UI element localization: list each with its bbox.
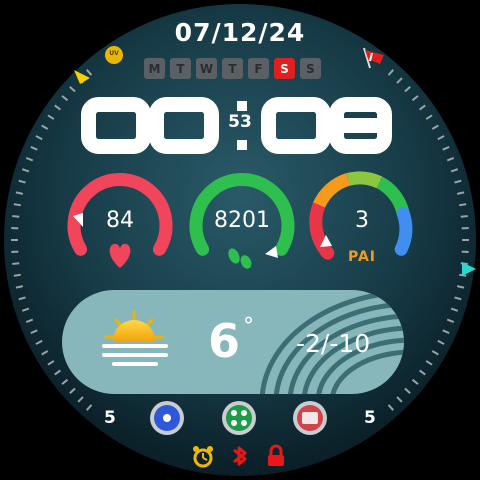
- bottom-left-value: 5: [104, 408, 116, 428]
- steps-value: 8201: [214, 208, 270, 233]
- weekday-5: S: [274, 58, 295, 79]
- target-icon: [163, 414, 171, 422]
- minute-tick: [12, 262, 20, 265]
- minute-tick: [13, 273, 21, 277]
- minute-tick: [456, 191, 465, 195]
- weekday-4: F: [248, 58, 269, 79]
- colon-bottom: [237, 140, 247, 150]
- minute-tick: [456, 285, 465, 289]
- pai-label: PAI: [347, 249, 377, 265]
- temperature-range: -2/-10: [296, 329, 371, 358]
- temperature-degree: °: [243, 314, 254, 339]
- watch-face: 07/12/24 UV MTWTFSS 53 84 8201 3 PAI 6 °…: [0, 0, 480, 480]
- pai-value: 3: [355, 208, 369, 233]
- shortcut-button-2[interactable]: [222, 401, 256, 435]
- weekday-strip: MTWTFSS: [144, 58, 321, 79]
- minute-tick: [13, 203, 21, 207]
- weekday-2: W: [196, 58, 217, 79]
- weekday-6: S: [300, 58, 321, 79]
- card-icon: [302, 412, 318, 424]
- minute-tick: [460, 215, 468, 218]
- uv-badge-label: UV: [109, 50, 119, 57]
- minute-tick: [15, 285, 24, 289]
- shortcut-button-3[interactable]: [293, 401, 327, 435]
- weekday-0: M: [144, 58, 165, 79]
- temperature-value: 6: [208, 314, 241, 368]
- heart-rate-value: 84: [106, 208, 134, 233]
- date-label: 07/12/24: [174, 18, 306, 47]
- bottom-right-value: 5: [364, 408, 376, 428]
- colon-top: [237, 101, 247, 111]
- seconds-label: 53: [228, 112, 252, 132]
- minute-tick: [459, 203, 467, 207]
- minute-tick: [12, 215, 20, 218]
- shortcut-button-1[interactable]: [150, 401, 184, 435]
- weekday-3: T: [222, 58, 243, 79]
- weekday-1: T: [170, 58, 191, 79]
- minute-tick: [15, 191, 24, 195]
